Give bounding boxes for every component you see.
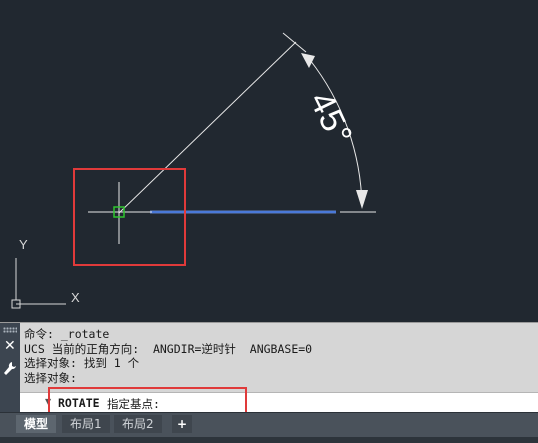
tab-layout2[interactable]: 布局2: [114, 415, 162, 433]
history-line: 选择对象: 找到 1 个: [24, 356, 140, 370]
tab-layout1[interactable]: 布局1: [62, 415, 110, 433]
wrench-icon[interactable]: [3, 361, 17, 377]
dimension-arrow-bottom: [356, 190, 368, 209]
base-point-highlight-box: [73, 168, 186, 266]
close-icon[interactable]: ✕: [4, 338, 16, 354]
command-window-sidebar: ✕: [0, 323, 20, 413]
history-line: 选择对象:: [24, 370, 77, 385]
status-strip: [0, 437, 538, 443]
drag-grip-icon[interactable]: [3, 327, 17, 333]
tab-model[interactable]: 模型: [16, 415, 57, 433]
drawing-canvas[interactable]: 45° Y X: [0, 0, 538, 322]
add-layout-button[interactable]: +: [172, 415, 192, 433]
dimension-arrow-top: [301, 53, 315, 68]
rotation-endpoint-tick: [282, 32, 307, 53]
drawing-svg[interactable]: [0, 0, 538, 322]
layout-tab-bar: 模型 布局1 布局2 +: [0, 412, 538, 443]
ucs-y-label: Y: [19, 237, 28, 252]
history-line: 命令: _rotate: [24, 327, 110, 341]
command-history: 命令: _rotate UCS 当前的正角方向: ANGDIR=逆时针 ANGB…: [24, 327, 538, 385]
history-line: UCS 当前的正角方向: ANGDIR=逆时针 ANGBASE=0: [24, 341, 313, 356]
prompt-highlight-box: [48, 387, 247, 414]
ucs-x-label: X: [71, 290, 80, 305]
